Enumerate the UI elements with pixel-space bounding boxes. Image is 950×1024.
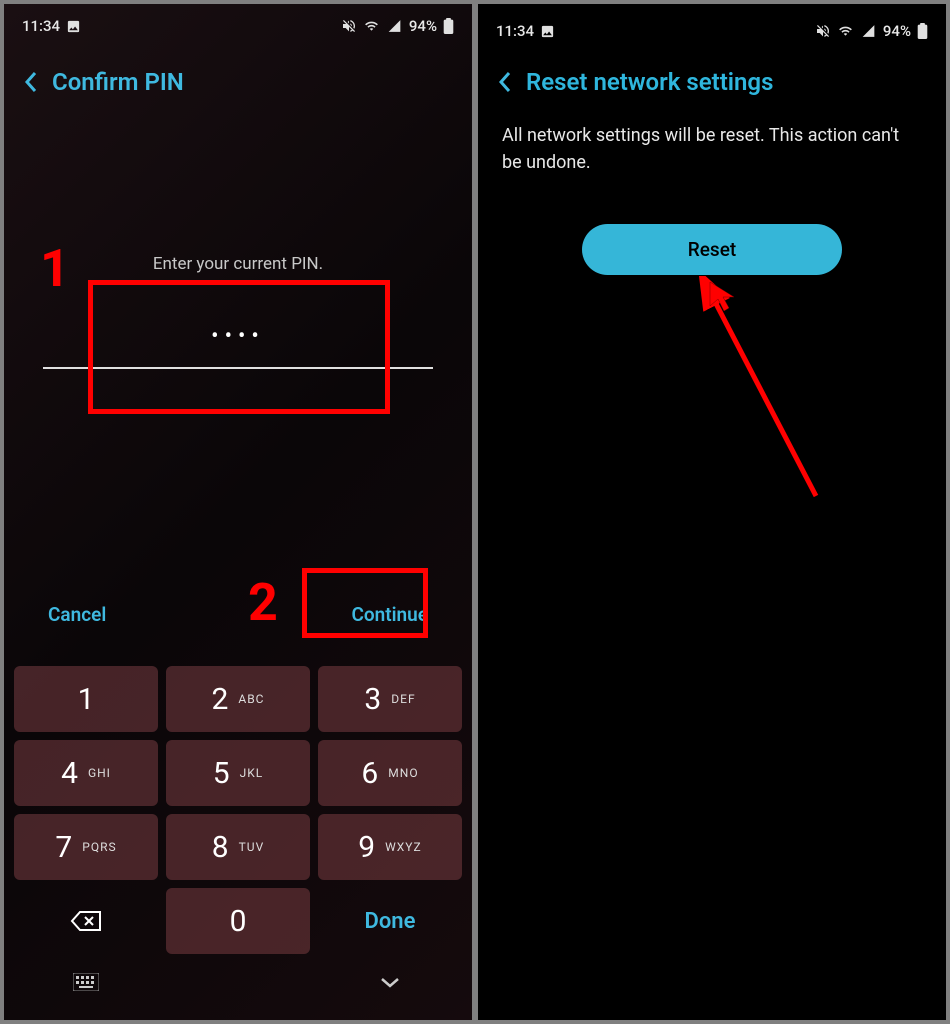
pin-entry-area: Enter your current PIN. ••••: [4, 254, 472, 369]
phone-screen-confirm-pin: 11:34 94% Confirm PIN Enter your current…: [4, 4, 472, 1020]
page-title: Confirm PIN: [52, 68, 184, 96]
battery-icon: [443, 18, 454, 34]
header: Reset network settings: [478, 40, 946, 114]
pin-dots: ••••: [4, 324, 472, 349]
key-3[interactable]: 3DEF: [318, 666, 462, 732]
status-time: 11:34: [496, 22, 534, 40]
mute-icon: [341, 18, 357, 34]
picture-icon: [66, 19, 81, 34]
signal-icon: [386, 19, 403, 33]
mute-icon: [815, 23, 831, 39]
battery-percent: 94%: [409, 17, 437, 35]
picture-icon: [540, 24, 555, 39]
header: Confirm PIN: [4, 40, 472, 114]
collapse-keyboard-button[interactable]: [318, 962, 462, 1002]
reset-button[interactable]: Reset: [582, 224, 842, 275]
back-icon[interactable]: [24, 70, 38, 94]
pin-underline: [43, 367, 433, 369]
battery-percent: 94%: [883, 22, 911, 40]
wifi-icon: [837, 24, 854, 38]
key-done[interactable]: Done: [318, 888, 462, 954]
key-7[interactable]: 7PQRS: [14, 814, 158, 880]
key-2[interactable]: 2ABC: [166, 666, 310, 732]
annotation-number-1: 1: [40, 238, 70, 299]
key-8[interactable]: 8TUV: [166, 814, 310, 880]
keyboard-switch-button[interactable]: [14, 962, 158, 1002]
spacer: [166, 962, 310, 1002]
signal-icon: [860, 24, 877, 38]
body-text: All network settings will be reset. This…: [478, 114, 946, 176]
chevron-down-icon: [379, 975, 401, 989]
phone-screen-reset-network: 11:34 94% Reset network settings All net…: [478, 4, 946, 1020]
page-title: Reset network settings: [526, 68, 773, 96]
status-bar: 11:34 94%: [4, 4, 472, 40]
numeric-keypad: 1 2ABC 3DEF 4GHI 5JKL 6MNO 7PQRS 8TUV 9W…: [4, 666, 472, 1020]
cancel-button[interactable]: Cancel: [48, 603, 106, 626]
key-backspace[interactable]: [14, 888, 158, 954]
battery-icon: [917, 23, 928, 39]
annotation-arrow: [696, 276, 836, 516]
keyboard-icon: [73, 973, 99, 991]
key-9[interactable]: 9WXYZ: [318, 814, 462, 880]
key-0[interactable]: 0: [166, 888, 310, 954]
key-1[interactable]: 1: [14, 666, 158, 732]
annotation-number-2: 2: [248, 572, 278, 633]
key-6[interactable]: 6MNO: [318, 740, 462, 806]
status-time: 11:34: [22, 17, 60, 35]
pin-prompt: Enter your current PIN.: [4, 254, 472, 274]
back-icon[interactable]: [498, 70, 512, 94]
wifi-icon: [363, 19, 380, 33]
status-bar: 11:34 94%: [478, 4, 946, 40]
continue-button[interactable]: Continue: [351, 603, 428, 626]
action-row: Cancel Continue: [4, 603, 472, 626]
key-5[interactable]: 5JKL: [166, 740, 310, 806]
key-4[interactable]: 4GHI: [14, 740, 158, 806]
backspace-icon: [70, 909, 102, 933]
